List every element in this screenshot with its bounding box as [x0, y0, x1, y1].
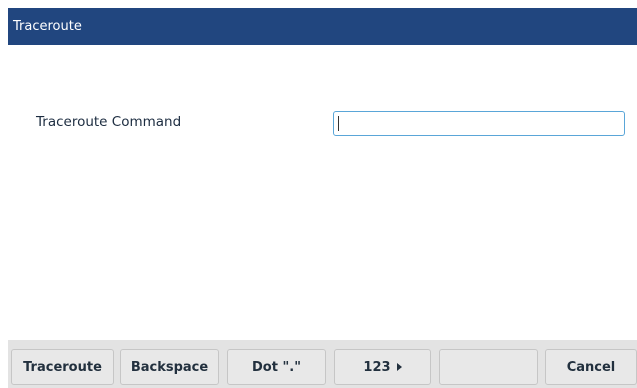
traceroute-command-label: Traceroute Command	[36, 114, 182, 130]
traceroute-command-input[interactable]	[333, 111, 625, 136]
empty-softkey[interactable]	[439, 349, 538, 385]
dot-softkey-label: Dot "."	[252, 359, 301, 375]
dot-softkey[interactable]: Dot "."	[227, 349, 326, 385]
content-area: Traceroute Command	[8, 45, 637, 345]
text-cursor	[338, 116, 339, 131]
cancel-softkey-label: Cancel	[566, 359, 616, 375]
screen-frame: Traceroute Traceroute Command Traceroute…	[8, 8, 637, 388]
arrow-right-icon	[396, 363, 402, 371]
backspace-softkey-label: Backspace	[130, 359, 209, 375]
backspace-softkey[interactable]: Backspace	[120, 349, 219, 385]
traceroute-softkey[interactable]: Traceroute	[11, 349, 114, 385]
softkey-bar: Traceroute Backspace Dot "." 123 Cancel	[8, 340, 637, 388]
numeric-mode-softkey-label: 123	[363, 359, 391, 375]
traceroute-softkey-label: Traceroute	[23, 359, 102, 375]
window-title: Traceroute	[13, 19, 82, 34]
title-bar: Traceroute	[8, 8, 637, 45]
numeric-mode-softkey[interactable]: 123	[334, 349, 431, 385]
cancel-softkey[interactable]: Cancel	[545, 349, 637, 385]
